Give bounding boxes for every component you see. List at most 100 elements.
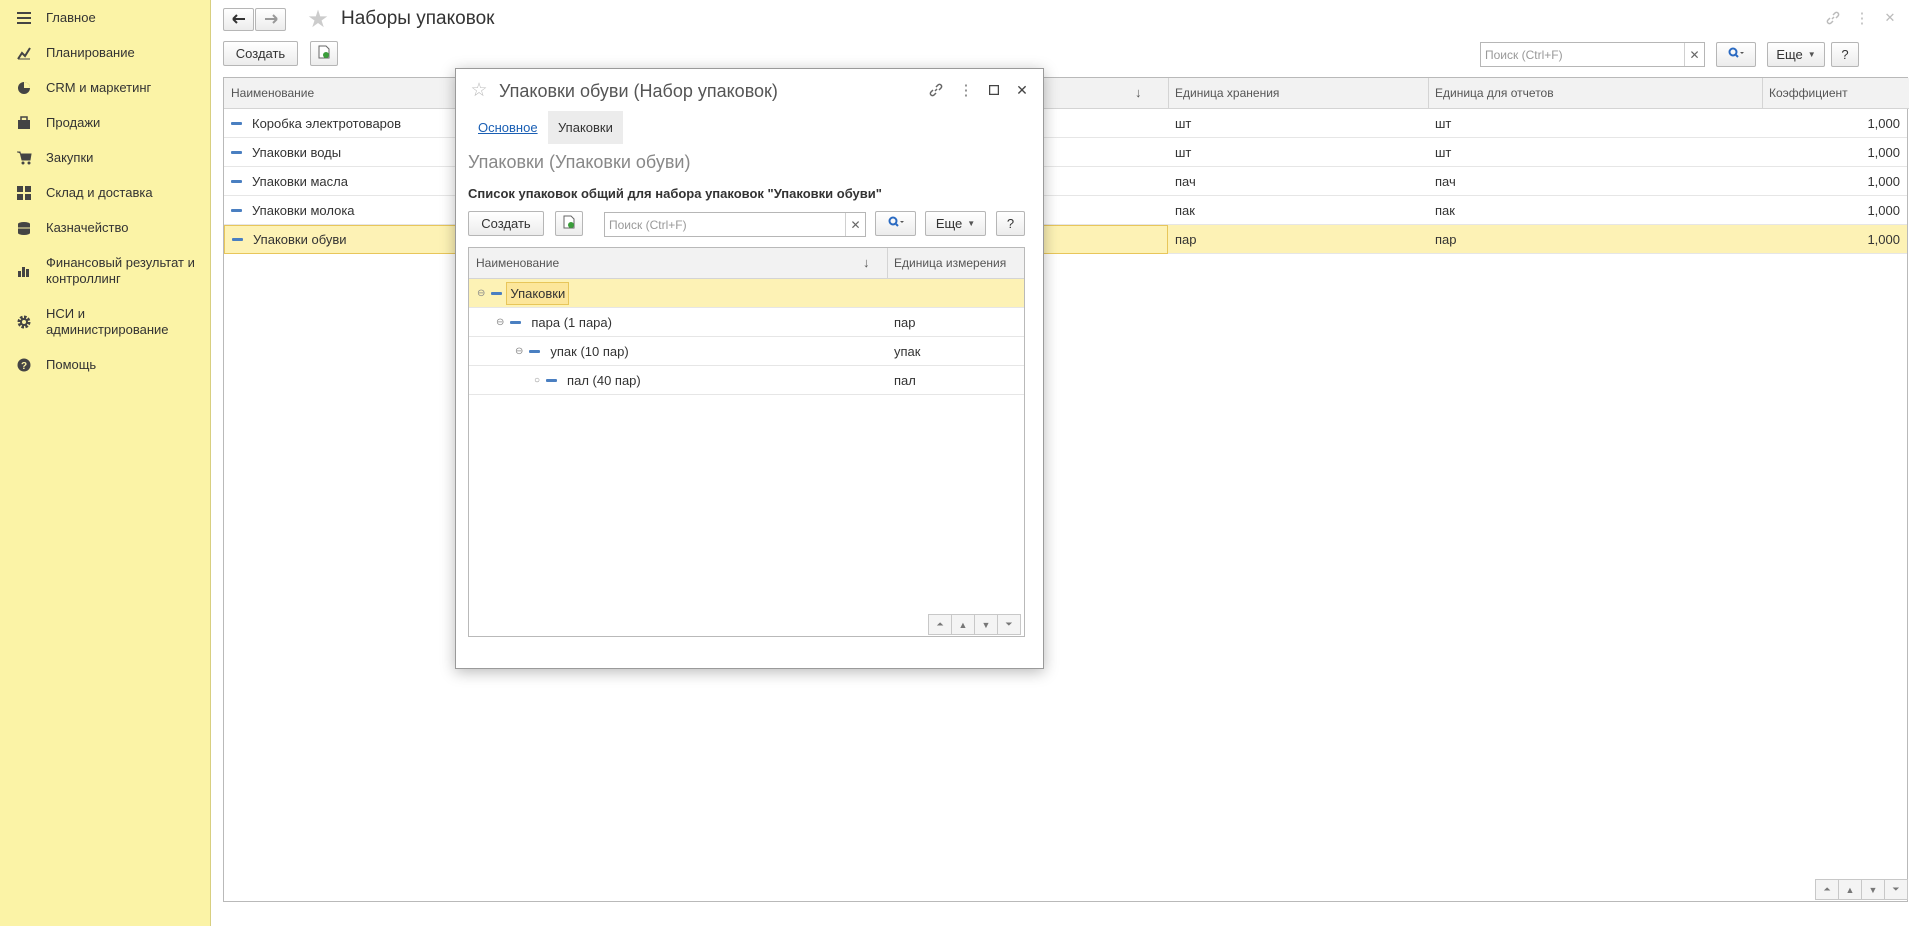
column-header-storage-unit[interactable]: Единица хранения [1168,78,1428,109]
collapse-icon[interactable]: ⊖ [515,346,523,357]
row-name: Упаковки молока [252,203,355,218]
planning-icon [16,45,32,61]
sidebar-item-warehouse[interactable]: Склад и доставка [0,185,211,201]
clear-icon[interactable]: ✕ [1684,43,1704,66]
item-icon [231,209,242,212]
clear-icon[interactable]: ✕ [845,213,865,236]
new-document-icon [318,45,331,62]
row-unit: упак [894,344,921,359]
search-placeholder: Поиск (Ctrl+F) [609,217,687,232]
tree-row[interactable]: ⊖ упак (10 пар) упак [469,337,1024,366]
scroll-last-button[interactable]: ⏷ [1884,879,1908,900]
maximize-icon[interactable] [984,80,1004,100]
tree-row-selected[interactable]: ⊖ Упаковки [469,279,1024,308]
sidebar-item-treasury[interactable]: Казначейство [0,220,211,236]
more-button[interactable]: Еще ▼ [1767,42,1825,67]
search-button[interactable] [1716,42,1756,67]
column-separator [1762,78,1763,109]
row-name: пара (1 пара) [531,315,612,330]
search-button[interactable] [875,211,916,236]
search-icon [888,216,904,231]
sidebar-item-admin[interactable]: НСИ и администрирование [0,306,211,338]
page-title: Наборы упаковок [341,8,495,29]
row-storage-unit: шт [1175,116,1192,131]
briefcase-icon [16,115,32,131]
collapse-icon[interactable]: ⊖ [477,288,485,299]
sidebar-item-purchases[interactable]: Закупки [0,150,211,166]
create-copy-button[interactable] [555,211,583,236]
scroll-down-button[interactable]: ▼ [974,614,998,635]
sort-down-icon: ↓ [1135,85,1142,100]
warehouse-icon [16,185,32,201]
menu-icon [16,10,32,26]
sidebar-item-crm[interactable]: CRM и маркетинг [0,80,211,96]
create-button[interactable]: Создать [223,41,298,66]
link-icon[interactable] [1823,8,1843,28]
more-vertical-icon[interactable]: ⋮ [956,80,976,100]
row-coefficient: 1,000 [1867,145,1900,160]
help-button[interactable]: ? [1831,42,1859,67]
scroll-last-button[interactable]: ⏷ [997,614,1021,635]
search-input[interactable]: Поиск (Ctrl+F) ✕ [1480,42,1705,67]
item-icon [529,350,541,353]
back-button[interactable] [223,8,254,31]
scroll-first-button[interactable]: ⏶ [928,614,952,635]
sidebar-item-finance[interactable]: Финансовый результат и контроллинг [0,255,211,287]
scroll-up-button[interactable]: ▲ [951,614,975,635]
gear-icon [16,314,32,330]
sidebar-item-label: Закупки [46,150,94,165]
sidebar-item-label: Финансовый результат и контроллинг [46,255,195,286]
tab-main[interactable]: Основное [478,120,538,135]
search-placeholder: Поиск (Ctrl+F) [1485,47,1563,62]
row-name: Упаковки воды [252,145,342,160]
row-report-unit: пар [1435,232,1457,247]
row-storage-unit: пар [1175,232,1197,247]
help-button[interactable]: ? [996,211,1025,236]
row-name: Коробка электротоваров [252,116,402,131]
tree-row[interactable]: ○ пал (40 пар) пал [469,366,1024,395]
more-button[interactable]: Еще ▼ [925,211,986,236]
scroll-up-button[interactable]: ▲ [1838,879,1862,900]
create-button[interactable]: Создать [468,211,544,236]
row-storage-unit: пак [1175,203,1195,218]
arrow-left-icon [231,12,246,27]
create-copy-button[interactable] [310,41,338,66]
sidebar-item-label: Продажи [46,115,101,130]
column-header-report-unit[interactable]: Единица для отчетов [1428,78,1762,109]
row-coefficient: 1,000 [1867,232,1900,247]
star-icon[interactable]: ★ [305,6,331,33]
row-unit [887,279,1024,308]
cart-icon [16,150,32,166]
sort-down-icon: ↓ [863,255,870,270]
tree-row[interactable]: ⊖ пара (1 пара) пар [469,308,1024,337]
star-icon[interactable]: ☆ [468,78,490,102]
sidebar-item-sales[interactable]: Продажи [0,115,211,131]
row-name: упак (10 пар) [550,344,629,359]
search-input[interactable]: Поиск (Ctrl+F) ✕ [604,212,866,237]
column-header-coefficient[interactable]: Коэффициент [1762,78,1909,109]
sidebar-item-label: Главное [46,10,96,25]
row-report-unit: пач [1435,174,1456,189]
row-coefficient: 1,000 [1867,116,1900,131]
packaging-set-dialog: ☆ Упаковки обуви (Набор упаковок) ⋮ ✕ Ос… [455,68,1044,669]
svg-text:?: ? [21,361,27,372]
more-vertical-icon[interactable]: ⋮ [1852,8,1872,28]
arrow-right-icon [264,12,278,27]
column-header-unit[interactable]: Единица измерения [887,248,1024,279]
packaging-tree-table[interactable]: Наименование ↓ Единица измерения ⊖ Упако… [468,247,1025,637]
sidebar-item-label: Склад и доставка [46,185,153,200]
collapse-icon[interactable]: ⊖ [496,317,504,328]
tab-packaging[interactable]: Упаковки [548,111,623,144]
scroll-first-button[interactable]: ⏶ [1815,879,1839,900]
scroll-down-button[interactable]: ▼ [1861,879,1885,900]
sidebar-item-main[interactable]: Главное [0,10,211,26]
sidebar-item-planning[interactable]: Планирование [0,45,211,61]
row-name: Упаковки [506,282,570,305]
close-icon[interactable]: ✕ [1012,80,1032,100]
more-label: Еще [935,216,963,231]
sidebar-item-help[interactable]: ? Помощь [0,357,211,373]
forward-button[interactable] [255,8,286,31]
close-icon[interactable]: ✕ [1880,8,1900,28]
link-icon[interactable] [926,80,946,100]
column-header-name[interactable]: Наименование [469,248,887,279]
